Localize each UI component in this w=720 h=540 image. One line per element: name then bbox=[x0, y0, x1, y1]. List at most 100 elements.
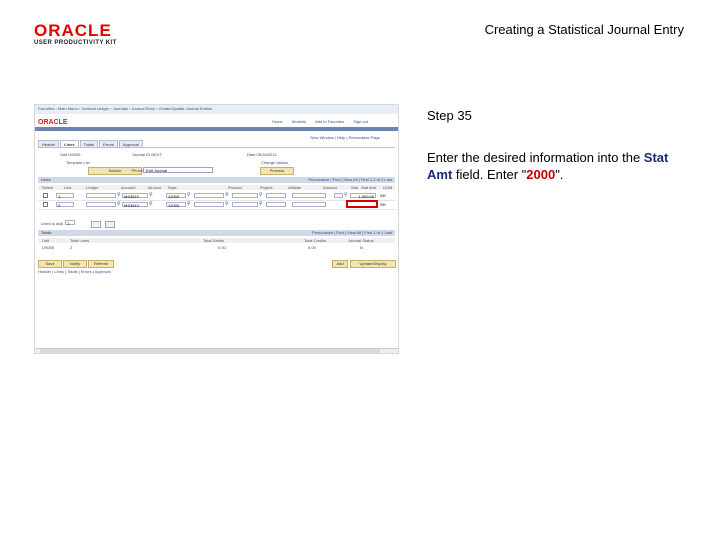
stat-amt-field[interactable]: 1,000.00 bbox=[350, 193, 376, 199]
tab-divider bbox=[38, 147, 395, 148]
logo-brand: ORACLE bbox=[34, 21, 112, 40]
totals-row: US005 2 0.00 0.00 N bbox=[38, 245, 395, 251]
screenshot-brand: ORACLE bbox=[38, 119, 68, 126]
account-field[interactable]: MS3810 bbox=[122, 193, 148, 199]
col-line: Line bbox=[64, 185, 72, 190]
breadcrumb: Favorites › Main Menu › General Ledger ›… bbox=[35, 105, 398, 114]
lookup-icon[interactable]: ⚲ bbox=[225, 202, 229, 207]
col-stat-amt: Stat Amt bbox=[361, 185, 377, 190]
col-select: Select bbox=[42, 185, 54, 190]
col-affiliate: Affiliate bbox=[288, 185, 302, 190]
journal-status: N bbox=[360, 245, 363, 250]
col-amount: Amount bbox=[323, 185, 337, 190]
lookup-icon[interactable]: ⚲ bbox=[344, 193, 348, 198]
journal-id-field: Journal ID NEXT bbox=[132, 152, 163, 157]
total-debits: 0.00 bbox=[218, 245, 226, 250]
select-checkbox[interactable] bbox=[43, 202, 48, 207]
instruction-text: Enter the desired information into the bbox=[427, 150, 644, 165]
link-home[interactable]: Home bbox=[272, 119, 283, 124]
stat-amt-field-highlighted[interactable] bbox=[346, 200, 378, 208]
utility-links[interactable]: New Window | Help | Personalize Page bbox=[311, 135, 380, 140]
line-number: 1 bbox=[56, 193, 74, 199]
unit-field: Unit US005 bbox=[60, 152, 81, 157]
amount-field[interactable] bbox=[292, 193, 326, 198]
template-list-link[interactable]: Template List bbox=[66, 160, 90, 165]
instruction-text: ". bbox=[555, 167, 564, 182]
lookup-icon[interactable]: ⚲ bbox=[259, 202, 263, 207]
lookup-icon[interactable]: ⚲ bbox=[117, 193, 121, 198]
notify-button[interactable]: Notify bbox=[63, 260, 87, 268]
col-total-debits: Total Debits bbox=[203, 238, 224, 243]
dept-field[interactable]: 12000 bbox=[166, 202, 186, 208]
lookup-icon[interactable]: ⚲ bbox=[259, 193, 263, 198]
lookup-icon[interactable]: ⚲ bbox=[187, 202, 191, 207]
link-add-favorites[interactable]: Add to Favorites bbox=[315, 119, 344, 124]
save-button[interactable]: Save bbox=[38, 260, 62, 268]
product-field[interactable] bbox=[194, 202, 224, 207]
journal-line-row-2: 2 ⚲ MS3810 ⚲ 12000 ⚲ ⚲ ⚲ SH bbox=[38, 200, 395, 210]
add-lines-button[interactable] bbox=[91, 221, 101, 228]
totals-grid-title: Totals bbox=[41, 230, 52, 235]
account-field[interactable]: MS3810 bbox=[122, 202, 148, 208]
col-account: Account bbox=[121, 185, 136, 190]
link-worklist[interactable]: Worklist bbox=[292, 119, 306, 124]
field-value: 2000 bbox=[526, 167, 556, 182]
lines-to-add-input[interactable]: 1 bbox=[65, 220, 75, 226]
instruction-text: field. Enter " bbox=[452, 167, 527, 182]
uom-field: SH bbox=[380, 202, 386, 207]
lines-to-add-label: Lines to add bbox=[41, 221, 63, 226]
journal-date-field: Date 05/16/2012 bbox=[247, 152, 277, 157]
document-title: Creating a Statistical Journal Entry bbox=[484, 22, 684, 37]
add-button[interactable]: Add bbox=[332, 260, 348, 268]
col-uom: UOM bbox=[383, 185, 393, 190]
refresh-button[interactable]: Refresh bbox=[88, 260, 114, 268]
affiliate-field[interactable] bbox=[266, 202, 286, 207]
logo-product: USER PRODUCTIVITY KIT bbox=[34, 40, 117, 46]
project-field[interactable] bbox=[232, 193, 258, 198]
col-stat: Stat bbox=[351, 185, 359, 190]
process-select[interactable]: Edit Journal bbox=[143, 167, 213, 173]
lookup-icon[interactable]: ⚲ bbox=[149, 193, 153, 198]
lookup-icon[interactable]: ⚲ bbox=[149, 202, 153, 207]
change-values-link[interactable]: Change Values bbox=[261, 160, 288, 165]
select-checkbox[interactable] bbox=[43, 193, 48, 198]
stat-field[interactable] bbox=[334, 193, 343, 198]
line-number: 2 bbox=[56, 202, 74, 208]
process-button[interactable]: Process bbox=[260, 167, 294, 175]
delete-lines-button[interactable] bbox=[105, 221, 115, 228]
scrollbar-thumb[interactable] bbox=[40, 349, 380, 353]
link-sign-out[interactable]: Sign out bbox=[353, 119, 368, 124]
col-product: Product bbox=[228, 185, 242, 190]
ledger-field[interactable] bbox=[86, 193, 116, 198]
totals-grid-header: Totals Personalize | Find | View All | F… bbox=[38, 230, 395, 236]
top-links: Home Worklist Add to Favorites Sign out bbox=[264, 119, 368, 124]
lines-grid-header: Lines Personalize | Find | View All | Fi… bbox=[38, 177, 395, 183]
uom-field: SH bbox=[380, 193, 386, 198]
lines-grid-navigation[interactable]: Personalize | Find | View All | First 1-… bbox=[308, 177, 392, 183]
dept-field[interactable]: 12000 bbox=[166, 193, 186, 199]
application-screenshot: Favorites › Main Menu › General Ledger ›… bbox=[34, 104, 399, 354]
amount-field[interactable] bbox=[292, 202, 326, 207]
lookup-icon[interactable]: ⚲ bbox=[225, 193, 229, 198]
step-title: Step 35 bbox=[427, 108, 472, 123]
col-total-lines: Total Lines bbox=[70, 238, 90, 243]
col-total-credits: Total Credits bbox=[304, 238, 327, 243]
lookup-icon[interactable]: ⚲ bbox=[187, 193, 191, 198]
journal-line-row-1: 1 ⚲ MS3810 ⚲ 12000 ⚲ ⚲ ⚲ ⚲ 1,000.00 SH bbox=[38, 192, 395, 201]
horizontal-scrollbar[interactable] bbox=[35, 348, 398, 353]
footer-tab-links[interactable]: Header | Lines | Totals | Errors | Appro… bbox=[38, 269, 111, 274]
product-field[interactable] bbox=[194, 193, 224, 198]
lookup-icon[interactable]: ⚲ bbox=[117, 202, 121, 207]
update-display-button[interactable]: Update/Display bbox=[350, 260, 396, 268]
lines-grid-title: Lines bbox=[41, 177, 51, 182]
project-field[interactable] bbox=[232, 202, 258, 207]
affiliate-field[interactable] bbox=[266, 193, 286, 198]
totals-column-headers: Unit Total Lines Total Debits Total Cred… bbox=[38, 238, 395, 243]
lines-column-headers: Select Line Ledger Account Alt Acct Dept… bbox=[38, 185, 395, 190]
col-project: Project bbox=[260, 185, 273, 190]
total-unit: US005 bbox=[42, 245, 55, 250]
col-alt-acct: Alt Acct bbox=[148, 185, 162, 190]
ledger-field[interactable] bbox=[86, 202, 116, 207]
col-dept: Dept bbox=[168, 185, 177, 190]
totals-grid-navigation[interactable]: Personalize | Find | View All | First 1 … bbox=[312, 230, 392, 236]
